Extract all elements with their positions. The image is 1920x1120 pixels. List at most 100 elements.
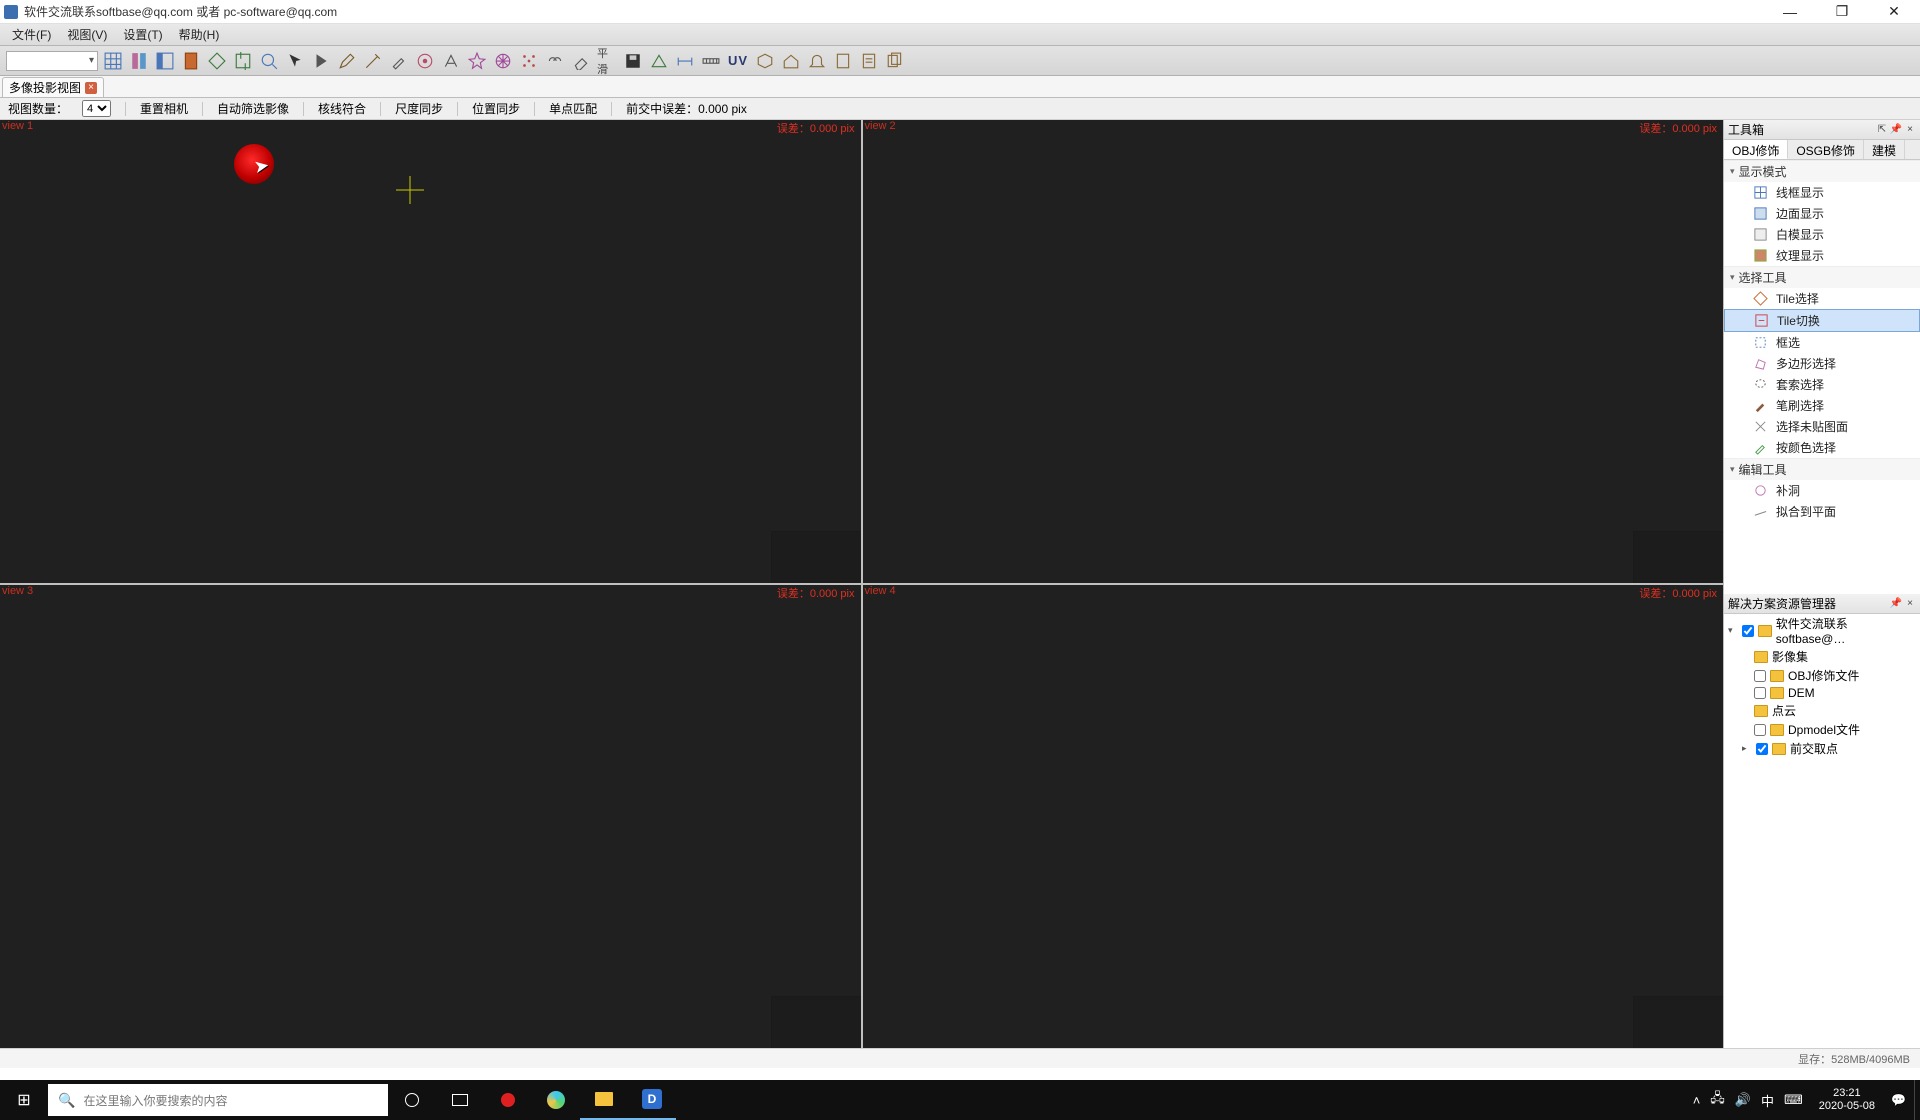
tool-color-select[interactable]: 按颜色选择: [1724, 437, 1920, 458]
flat-label[interactable]: 平滑: [596, 50, 618, 72]
diamond-icon[interactable]: [206, 50, 228, 72]
grid-icon[interactable]: [102, 50, 124, 72]
auto-filter-button[interactable]: 自动筛选影像: [217, 100, 289, 117]
taskview-button[interactable]: [388, 1080, 436, 1120]
uv-icon[interactable]: UV: [726, 53, 750, 68]
tab-model[interactable]: 建模: [1864, 140, 1905, 159]
tool-edgeface[interactable]: 边面显示: [1724, 203, 1920, 224]
tool-wireframe[interactable]: 线框显示: [1724, 182, 1920, 203]
group-edit-tools[interactable]: 编辑工具: [1724, 458, 1920, 480]
reset-camera-button[interactable]: 重置相机: [140, 100, 188, 117]
tool-fit-plane[interactable]: 拟合到平面: [1724, 501, 1920, 522]
taskbar-app-current[interactable]: D: [628, 1080, 676, 1120]
tool-untextured-select[interactable]: 选择未贴图面: [1724, 416, 1920, 437]
tray-network-icon[interactable]: 🖧: [1710, 1089, 1725, 1111]
node-checkbox[interactable]: [1754, 687, 1766, 699]
docs-icon[interactable]: [884, 50, 906, 72]
taskbar-app-record[interactable]: [484, 1080, 532, 1120]
taskbar-app-explorer[interactable]: [580, 1080, 628, 1120]
root-checkbox[interactable]: [1742, 625, 1754, 637]
menu-help[interactable]: 帮助(H): [171, 24, 228, 45]
view-count-select[interactable]: 4: [82, 100, 111, 117]
dropper-icon[interactable]: [388, 50, 410, 72]
tab-obj[interactable]: OBJ修饰: [1724, 140, 1788, 159]
tool-tile-select[interactable]: Tile选择: [1724, 288, 1920, 309]
close-button[interactable]: ✕: [1880, 3, 1908, 21]
ruler-icon[interactable]: [700, 50, 722, 72]
tree-node-dpmodel[interactable]: Dpmodel文件: [1724, 720, 1920, 739]
minimize-button[interactable]: —: [1776, 3, 1804, 21]
node-checkbox[interactable]: [1754, 670, 1766, 682]
panel-left-icon[interactable]: [154, 50, 176, 72]
scale-sync-button[interactable]: 尺度同步: [395, 100, 443, 117]
column-icon[interactable]: [128, 50, 150, 72]
tab-close-icon[interactable]: ×: [85, 82, 97, 94]
epipolar-button[interactable]: 核线符合: [318, 100, 366, 117]
node-checkbox[interactable]: [1756, 743, 1768, 755]
box-icon[interactable]: [754, 50, 776, 72]
taskbar-app-tv[interactable]: [436, 1080, 484, 1120]
dots-icon[interactable]: [518, 50, 540, 72]
tree-node-intersect[interactable]: ▸前交取点: [1724, 739, 1920, 758]
viewport-2[interactable]: view 2 误差：0.000 pix: [863, 120, 1724, 583]
maximize-button[interactable]: ❐: [1828, 3, 1856, 21]
crop-icon[interactable]: [232, 50, 254, 72]
taskbar-clock[interactable]: 23:21 2020-05-08: [1811, 1087, 1883, 1113]
house-icon[interactable]: [780, 50, 802, 72]
erase-icon[interactable]: [570, 50, 592, 72]
doc1-icon[interactable]: [832, 50, 854, 72]
viewport-1[interactable]: view 1 误差：0.000 pix ➤: [0, 120, 861, 583]
panel-float-icon[interactable]: ⇱: [1876, 124, 1888, 136]
target-icon[interactable]: [414, 50, 436, 72]
tool-brush-select[interactable]: 笔刷选择: [1724, 395, 1920, 416]
single-match-button[interactable]: 单点匹配: [549, 100, 597, 117]
menu-view[interactable]: 视图(V): [59, 24, 115, 45]
panel-pin-icon[interactable]: 📌: [1890, 598, 1902, 610]
layer-dropdown[interactable]: [6, 51, 98, 71]
triangle-icon[interactable]: [648, 50, 670, 72]
panel-close-icon[interactable]: ×: [1904, 124, 1916, 136]
text-icon[interactable]: [440, 50, 462, 72]
panel-close-icon[interactable]: ×: [1904, 598, 1916, 610]
viewport-3[interactable]: view 3 误差：0.000 pix: [0, 585, 861, 1048]
link-icon[interactable]: [544, 50, 566, 72]
tab-osgb[interactable]: OSGB修饰: [1788, 140, 1864, 159]
group-select-tools[interactable]: 选择工具: [1724, 266, 1920, 288]
bridge-icon[interactable]: [674, 50, 696, 72]
disk-icon[interactable]: [622, 50, 644, 72]
taskbar-app-edge[interactable]: [532, 1080, 580, 1120]
viewport-4[interactable]: view 4 误差：0.000 pix: [863, 585, 1724, 1048]
node-checkbox[interactable]: [1754, 724, 1766, 736]
tool-lasso-select[interactable]: 套索选择: [1724, 374, 1920, 395]
panel-pin-icon[interactable]: 📌: [1890, 124, 1902, 136]
tray-volume-icon[interactable]: 🔊: [1735, 1092, 1751, 1108]
tab-multiview[interactable]: 多像投影视图 ×: [2, 77, 104, 97]
pointer-icon[interactable]: [284, 50, 306, 72]
tray-chevron-icon[interactable]: ˄: [1693, 1093, 1701, 1108]
tool-whitemodel[interactable]: 白模显示: [1724, 224, 1920, 245]
tool-tile-toggle[interactable]: Tile切换: [1724, 309, 1920, 332]
group-display-mode[interactable]: 显示模式: [1724, 160, 1920, 182]
tool-poly-select[interactable]: 多边形选择: [1724, 353, 1920, 374]
pos-sync-button[interactable]: 位置同步: [472, 100, 520, 117]
menu-settings[interactable]: 设置(T): [115, 24, 170, 45]
pen-icon[interactable]: [336, 50, 358, 72]
tree-node-dem[interactable]: DEM: [1724, 685, 1920, 701]
tray-ime[interactable]: 中: [1761, 1091, 1774, 1110]
taskbar-search[interactable]: 🔍 在这里输入你要搜索的内容: [48, 1084, 388, 1116]
tree-root[interactable]: ▾软件交流联系softbase@…: [1724, 614, 1920, 647]
tool-texture[interactable]: 纹理显示: [1724, 245, 1920, 266]
spokes-icon[interactable]: [492, 50, 514, 72]
tray-notifications-icon[interactable]: 💬: [1883, 1093, 1914, 1107]
tool-fill-hole[interactable]: 补洞: [1724, 480, 1920, 501]
zoom-icon[interactable]: [258, 50, 280, 72]
wand-icon[interactable]: [362, 50, 384, 72]
book-icon[interactable]: [180, 50, 202, 72]
menu-file[interactable]: 文件(F): [4, 24, 59, 45]
tree-node-pointcloud[interactable]: 点云: [1724, 701, 1920, 720]
bell-icon[interactable]: [806, 50, 828, 72]
tree-node-obj[interactable]: OBJ修饰文件: [1724, 666, 1920, 685]
play-icon[interactable]: [310, 50, 332, 72]
tree-node-images[interactable]: 影像集: [1724, 647, 1920, 666]
star-icon[interactable]: [466, 50, 488, 72]
